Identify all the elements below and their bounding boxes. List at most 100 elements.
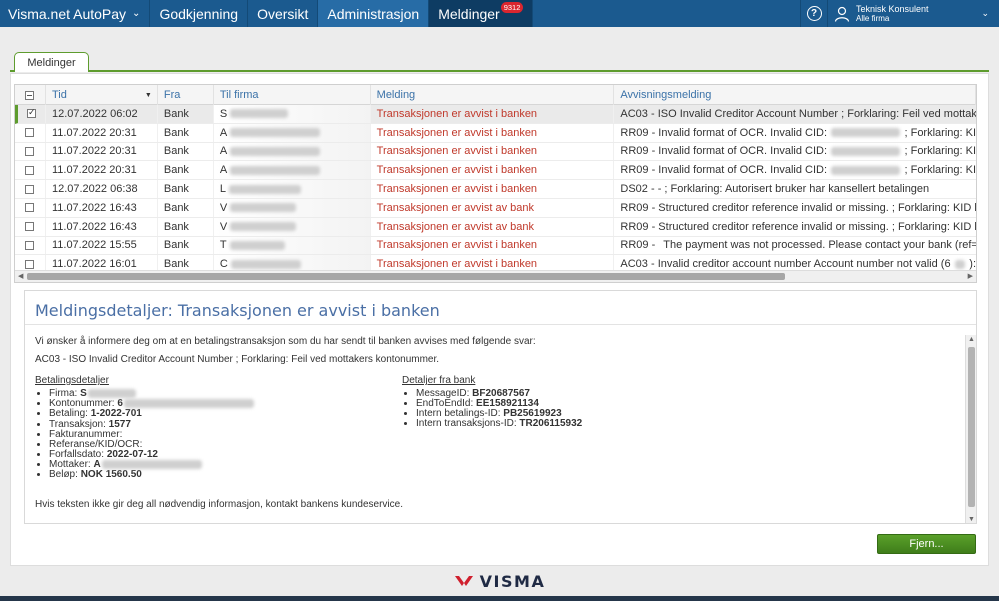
cell-tid: 11.07.2022 16:43 [46, 198, 158, 217]
cell-avvisningsmelding: RR09 - Invalid format of OCR. Invalid CI… [614, 143, 976, 161]
cell-tid: 11.07.2022 20:31 [46, 161, 158, 180]
row-checkbox[interactable] [25, 222, 35, 232]
cell-til-firma: V [213, 217, 371, 236]
cell-til-firma: S [213, 105, 371, 123]
row-checkbox-cell[interactable] [15, 217, 46, 236]
column-header-til-firma[interactable]: Til firma [214, 85, 371, 105]
cell-avvisningsmelding: RR09 - Structured creditor reference inv… [614, 218, 976, 236]
firma-initial: C [219, 258, 228, 271]
cell-tid: 11.07.2022 20:31 [46, 142, 158, 161]
table-row[interactable]: 12.07.2022 06:02Bank S Transaksjonen er av… [15, 105, 976, 124]
bottom-bar [0, 596, 999, 601]
select-all-checkbox-cell[interactable] [15, 85, 46, 105]
user-company: Alle firma [856, 13, 890, 23]
row-checkbox[interactable] [25, 240, 35, 250]
app-switcher[interactable]: Visma.net AutoPay ⌄ [0, 0, 151, 27]
row-checkbox[interactable] [25, 203, 35, 213]
scroll-right-icon[interactable]: ▶ [968, 271, 973, 282]
help-icon: ? [806, 6, 822, 21]
redacted-value [230, 203, 297, 213]
row-checkbox[interactable] [25, 146, 35, 156]
table-row[interactable]: 11.07.2022 20:31 Bank A Transaksjonen er av… [15, 123, 977, 143]
chevron-down-icon: ⌄ [132, 8, 141, 19]
table-row[interactable]: 11.07.2022 16:43 Bank V Transaksjonen er av… [15, 217, 976, 237]
rejection-text-tail: The payment was not processed. Please co… [663, 239, 977, 252]
cell-til-firma: A [213, 161, 371, 180]
help-button[interactable]: ? [800, 0, 827, 27]
row-checkbox-cell[interactable] [15, 142, 46, 161]
column-header-tid[interactable]: Tid ▼ [46, 85, 158, 105]
cell-til-firma: L [213, 180, 371, 198]
messages-count-badge: 9312 [500, 2, 524, 13]
table-row[interactable]: 11.07.2022 20:31 Bank A Transaksjonen er av… [15, 161, 977, 181]
row-checkbox[interactable] [25, 165, 35, 175]
rejection-text-tail: ; Forklaring: KI [904, 126, 977, 139]
row-checkbox-cell[interactable] [15, 180, 46, 198]
cell-fra: Bank [158, 105, 214, 123]
scroll-up-icon[interactable]: ▲ [968, 336, 975, 343]
row-checkbox[interactable] [25, 184, 35, 194]
scrollbar-thumb[interactable] [968, 347, 975, 507]
detail-item: Beløp: NOK 1560.50 [49, 470, 402, 480]
redacted-value [123, 399, 254, 409]
cell-avvisningsmelding: RR09 - Structured creditor reference inv… [614, 199, 976, 217]
brand-name: Visma.net AutoPay [8, 5, 127, 22]
detail-value: 2022-07-12 [106, 448, 158, 460]
column-header-avvisningsmelding[interactable]: Avvisningsmelding [614, 85, 976, 105]
sort-desc-icon: ▼ [144, 91, 152, 99]
nav-godkjenning[interactable]: Godkjenning [150, 0, 249, 27]
table-row[interactable]: 11.07.2022 16:43 Bank V Transaksjonen er av… [15, 198, 976, 218]
select-all-checkbox[interactable] [25, 90, 35, 100]
cell-tid: 11.07.2022 15:55 [46, 236, 158, 255]
rejection-text-tail: ; Forklaring: KI [904, 164, 977, 177]
message-details-panel: Meldingsdetaljer: Transaksjonen er avvis… [24, 290, 977, 524]
horizontal-scrollbar[interactable]: ◀ ▶ [15, 270, 976, 282]
bank-details-heading: Detaljer fra bank [402, 375, 476, 386]
tab-bar: Meldinger [10, 52, 989, 72]
cell-melding: Transaksjonen er avvist av bank [371, 198, 615, 217]
grid-body: 12.07.2022 06:02BankSTransaksjonen er av… [15, 105, 977, 275]
scrollbar-thumb[interactable] [27, 273, 785, 280]
row-checkbox-cell[interactable] [15, 198, 46, 217]
redacted-value [831, 165, 901, 175]
cell-melding: Transaksjonen er avvist i banken [371, 161, 615, 180]
cell-fra: Bank [158, 236, 214, 255]
nav-administrasjon[interactable]: Administrasjon [318, 0, 430, 27]
row-checkbox-cell[interactable] [15, 236, 46, 255]
nav-right: ? Teknisk Konsulent Alle firma ⌄ [800, 0, 999, 27]
row-checkbox-cell[interactable] [15, 123, 46, 142]
bank-details-list: MessageID: BF20687567EndToEndId: EE15892… [402, 388, 769, 430]
cell-tid: 11.07.2022 16:43 [46, 217, 158, 236]
table-row[interactable]: 11.07.2022 20:31 Bank A Transaksjonen er av… [15, 142, 976, 162]
rejection-text: RR09 - Invalid format of OCR. Invalid CI… [620, 145, 828, 158]
scroll-down-icon[interactable]: ▼ [968, 516, 975, 523]
cell-melding: Transaksjonen er avvist i banken [371, 142, 615, 161]
table-row[interactable]: 12.07.2022 06:38 Bank L Transaksjonen er av… [15, 180, 976, 199]
row-checkbox[interactable] [25, 128, 35, 138]
rejection-text: RR09 - [620, 239, 656, 252]
detail-label: Intern transaksjons-ID: [416, 418, 517, 430]
firma-initial: T [219, 239, 227, 252]
user-icon [834, 6, 850, 22]
rejection-text: RR09 - Invalid format of OCR. Invalid CI… [620, 164, 828, 177]
cell-fra: Bank [158, 142, 214, 161]
row-checkbox-cell[interactable] [18, 105, 46, 123]
row-checkbox[interactable] [26, 107, 36, 119]
nav-meldinger[interactable]: Meldinger 9312 [429, 0, 534, 27]
table-row[interactable]: 11.07.2022 15:55 Bank T Transaksjonen er av… [15, 236, 977, 256]
row-checkbox-cell[interactable] [15, 161, 46, 180]
cell-avvisningsmelding: AC03 - ISO Invalid Creditor Account Numb… [614, 105, 976, 123]
row-checkbox[interactable] [25, 259, 35, 269]
payment-details-heading: Betalingsdetaljer [35, 375, 109, 386]
nav-oversikt[interactable]: Oversikt [248, 0, 319, 27]
column-header-fra[interactable]: Fra [158, 85, 214, 105]
user-menu[interactable]: Teknisk Konsulent Alle firma ⌄ [827, 0, 999, 27]
tab-meldinger[interactable]: Meldinger [14, 52, 89, 72]
column-header-melding[interactable]: Melding [371, 85, 615, 105]
vertical-scrollbar[interactable]: ▲ ▼ [965, 335, 976, 523]
cell-melding: Transaksjonen er avvist i banken [371, 180, 615, 198]
details-intro: Vi ønsker å informere deg om at en betal… [35, 336, 536, 347]
scroll-left-icon[interactable]: ◀ [18, 271, 23, 282]
remove-button[interactable]: Fjern... [877, 534, 976, 554]
cell-melding: Transaksjonen er avvist i banken [371, 123, 615, 142]
